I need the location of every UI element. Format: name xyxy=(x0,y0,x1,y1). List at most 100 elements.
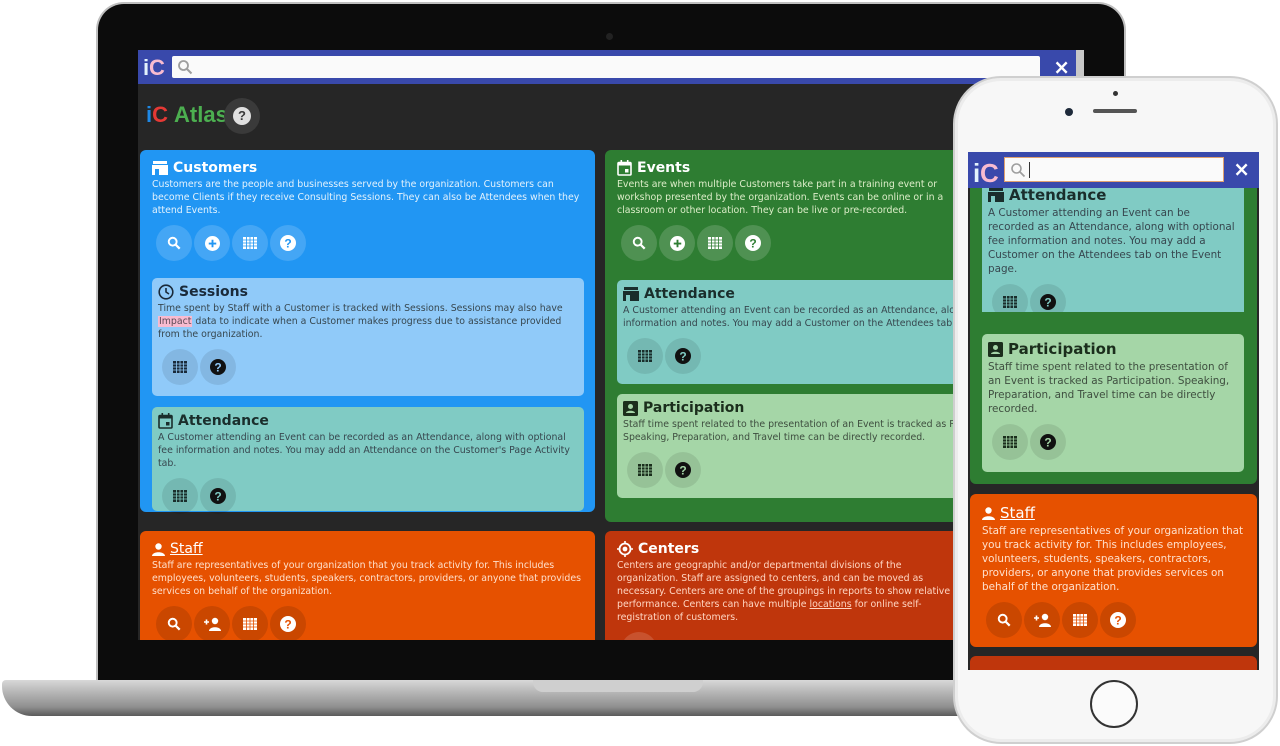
sessions-grid-button[interactable] xyxy=(162,349,198,385)
events-help-button[interactable]: ? xyxy=(735,225,771,261)
customer-attendance-help-button[interactable]: ? xyxy=(200,478,236,514)
phone-attendance-heading[interactable]: Attendance xyxy=(988,186,1238,204)
phone-participation-heading[interactable]: Participation xyxy=(988,340,1238,358)
help-icon: ? xyxy=(280,616,296,632)
phone-attendance-card: Attendance A Customer attending an Event… xyxy=(982,172,1244,320)
help-icon: ? xyxy=(1110,612,1126,628)
phone-staff-card: Staff Staff are representatives of your … xyxy=(970,494,1257,647)
impact-link[interactable]: Impact xyxy=(158,316,193,327)
staff-add-person-button[interactable] xyxy=(194,606,230,640)
phone-screen: i C × Attendance A Customer attending an… xyxy=(968,152,1259,670)
help-button[interactable]: ? xyxy=(224,98,260,134)
customer-attendance-actions: ? xyxy=(162,478,578,514)
help-icon: ? xyxy=(675,348,691,364)
sessions-help-button[interactable]: ? xyxy=(200,349,236,385)
phone-staff-description: Staff are representatives of your organi… xyxy=(982,525,1244,593)
target-icon xyxy=(617,541,633,557)
app-logo[interactable]: i C xyxy=(141,54,167,80)
svg-text:?: ? xyxy=(1114,614,1121,628)
grid-icon xyxy=(1073,614,1087,626)
person-icon xyxy=(982,506,995,520)
phone-camera xyxy=(1065,108,1073,116)
top-bar: i C × xyxy=(138,50,1084,84)
phone-close-button[interactable]: × xyxy=(1233,157,1250,181)
add-person-icon xyxy=(1034,613,1051,627)
grid-icon xyxy=(638,350,652,362)
svg-text:?: ? xyxy=(1044,296,1051,310)
laptop-notch xyxy=(533,680,703,692)
participation-grid-button[interactable] xyxy=(627,452,663,488)
centers-description: Centers are geographic and/or department… xyxy=(617,560,951,623)
search-icon xyxy=(178,60,193,75)
customers-card: Customers Customers are the people and b… xyxy=(140,150,595,514)
staff-grid-button[interactable] xyxy=(232,606,268,640)
phone-home-button[interactable] xyxy=(1090,680,1138,728)
badge-icon xyxy=(623,400,638,416)
phone-participation-card: Participation Staff time spent related t… xyxy=(982,334,1244,472)
grid-icon xyxy=(173,490,187,502)
phone-staff-heading[interactable]: Staff xyxy=(982,504,1245,522)
sessions-card: Sessions Time spent by Staff with a Cust… xyxy=(152,278,584,396)
events-grid-button[interactable] xyxy=(697,225,733,261)
phone-staff-link[interactable]: Staff xyxy=(1000,504,1035,522)
sessions-description: Time spent by Staff with a Customer is t… xyxy=(158,303,563,340)
phone-staff-search-button[interactable] xyxy=(986,602,1022,638)
svg-text:?: ? xyxy=(284,618,291,632)
customers-heading[interactable]: Customers xyxy=(152,160,583,176)
customer-attendance-card: Attendance A Customer attending an Event… xyxy=(152,407,584,514)
grid-icon xyxy=(708,237,722,249)
customers-search-button[interactable] xyxy=(156,225,192,261)
add-person-icon xyxy=(204,617,221,631)
help-icon: ? xyxy=(233,107,251,125)
event-attendance-grid-button[interactable] xyxy=(627,338,663,374)
help-icon: ? xyxy=(745,235,761,251)
store-icon xyxy=(152,161,168,175)
events-search-button[interactable] xyxy=(621,225,657,261)
staff-help-button[interactable]: ? xyxy=(270,606,306,640)
phone-speaker xyxy=(1093,109,1137,113)
grid-icon xyxy=(243,237,257,249)
phone-participation-grid-button[interactable] xyxy=(992,424,1028,460)
phone-staff-grid-button[interactable] xyxy=(1062,602,1098,638)
events-add-button[interactable] xyxy=(659,225,695,261)
help-icon: ? xyxy=(210,359,226,375)
phone-centers-card xyxy=(970,656,1257,670)
participation-help-button[interactable]: ? xyxy=(665,452,701,488)
help-icon: ? xyxy=(1040,434,1056,450)
grid-icon xyxy=(1003,436,1017,448)
phone-participation-help-button[interactable]: ? xyxy=(1030,424,1066,460)
phone-search-bar[interactable] xyxy=(1004,157,1224,182)
staff-search-button[interactable] xyxy=(156,606,192,640)
help-icon: ? xyxy=(280,235,296,251)
staff-actions: ? xyxy=(156,606,583,640)
search-icon xyxy=(997,613,1011,627)
phone-top-bar: i C × xyxy=(968,152,1259,188)
svg-text:?: ? xyxy=(1044,436,1051,450)
help-icon: ? xyxy=(1040,294,1056,310)
phone-staff-help-button[interactable]: ? xyxy=(1100,602,1136,638)
customers-help-button[interactable]: ? xyxy=(270,225,306,261)
customer-attendance-heading[interactable]: Attendance xyxy=(158,413,578,429)
customer-attendance-grid-button[interactable] xyxy=(162,478,198,514)
customers-grid-button[interactable] xyxy=(232,225,268,261)
phone-staff-add-person-button[interactable] xyxy=(1024,602,1060,638)
svg-text:?: ? xyxy=(284,237,291,251)
search-icon xyxy=(632,236,646,250)
staff-link[interactable]: Staff xyxy=(170,541,203,557)
add-circle-icon xyxy=(669,235,685,251)
add-circle-icon xyxy=(204,235,220,251)
customers-add-button[interactable] xyxy=(194,225,230,261)
event-attendance-help-button[interactable]: ? xyxy=(665,338,701,374)
laptop-base xyxy=(2,680,1022,716)
phone-attendance-description: A Customer attending an Event can be rec… xyxy=(988,207,1235,275)
search-bar[interactable] xyxy=(172,56,1040,78)
badge-icon xyxy=(988,341,1003,357)
centers-grid-button[interactable] xyxy=(621,632,657,640)
locations-link[interactable]: locations xyxy=(810,599,852,610)
svg-text:?: ? xyxy=(214,361,221,375)
staff-card: Staff Staff are representatives of your … xyxy=(140,531,595,640)
phone-app-logo[interactable]: i C xyxy=(971,156,999,188)
search-input[interactable] xyxy=(196,56,1026,78)
sessions-heading[interactable]: Sessions xyxy=(158,284,578,300)
staff-heading[interactable]: Staff xyxy=(152,541,583,557)
